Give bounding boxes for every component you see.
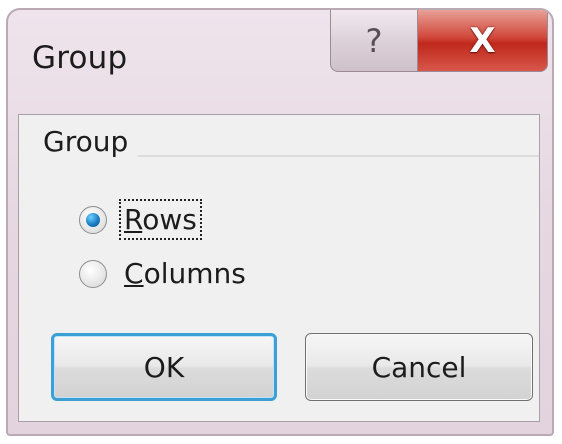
- rows-radio[interactable]: [79, 205, 107, 234]
- rows-label-rest: ows: [142, 203, 197, 236]
- close-button[interactable]: X: [418, 10, 548, 72]
- columns-mnemonic: C: [124, 257, 144, 290]
- cancel-button[interactable]: Cancel: [305, 333, 533, 401]
- rows-option[interactable]: Rows: [79, 199, 202, 240]
- caption-buttons: ? X: [330, 10, 548, 72]
- title-bar[interactable]: Group ? X: [8, 10, 552, 114]
- rows-label[interactable]: Rows: [119, 199, 202, 240]
- close-icon: X: [469, 20, 496, 61]
- rows-mnemonic: R: [124, 203, 143, 236]
- group-dialog: Group ? X Group Rows Columns OK Cancel: [6, 8, 554, 436]
- ok-button[interactable]: OK: [51, 333, 277, 401]
- dialog-title: Group: [32, 40, 128, 76]
- columns-label[interactable]: Columns: [121, 255, 249, 292]
- columns-label-rest: olumns: [143, 257, 246, 290]
- group-box-label: Group: [33, 125, 139, 158]
- columns-radio[interactable]: [79, 259, 107, 288]
- columns-option[interactable]: Columns: [79, 255, 249, 292]
- dialog-body: Group Rows Columns OK Cancel: [18, 114, 540, 422]
- question-mark-icon: ?: [365, 21, 383, 60]
- help-button[interactable]: ?: [330, 10, 418, 72]
